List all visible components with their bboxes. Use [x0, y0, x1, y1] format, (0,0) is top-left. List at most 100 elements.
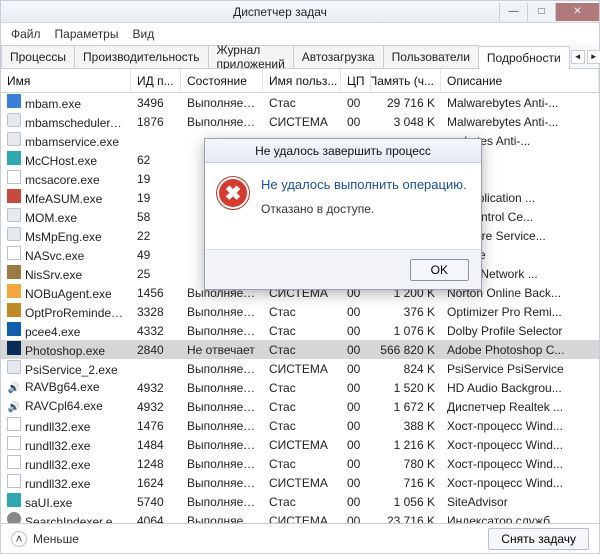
cell-desc: Индексатор служб...	[441, 514, 599, 524]
cell-pid: 1476	[131, 419, 181, 433]
cell-desc: Хост-процесс Wind...	[441, 419, 599, 433]
dialog-ok-button[interactable]: OK	[410, 259, 469, 281]
process-name: NASvc.exe	[25, 249, 84, 263]
cell-pid: 58	[131, 210, 181, 224]
cell-pid: 5740	[131, 495, 181, 509]
cell-desc: SiteAdvisor	[441, 495, 599, 509]
tabbar: Процессы Производительность Журнал прило…	[1, 45, 599, 69]
table-row[interactable]: rundll32.exe1484ВыполняетсяСИСТЕМА001 21…	[1, 435, 599, 454]
tab-processes[interactable]: Процессы	[1, 45, 75, 68]
cell-state: Выполняется	[181, 381, 263, 395]
col-mem[interactable]: Память (ч...	[371, 69, 441, 93]
process-icon	[7, 455, 21, 469]
cell-state: Выполняется	[181, 438, 263, 452]
fewer-label: Меньше	[33, 532, 79, 546]
dialog-title[interactable]: Не удалось завершить процесс	[205, 139, 481, 163]
maximize-button[interactable]: □	[527, 3, 555, 21]
cell-desc: Хост-процесс Wind...	[441, 476, 599, 490]
process-icon	[7, 493, 21, 507]
process-icon	[7, 303, 21, 317]
process-icon	[7, 246, 21, 260]
cell-pid: 4932	[131, 400, 181, 414]
cell-pid: 4932	[131, 381, 181, 395]
process-name: saUI.exe	[25, 496, 72, 510]
cell-desc: Хост-процесс Wind...	[441, 438, 599, 452]
process-icon	[7, 208, 21, 222]
process-icon	[7, 341, 21, 355]
tab-details[interactable]: Подробности	[478, 46, 570, 69]
tab-startup[interactable]: Автозагрузка	[293, 45, 384, 68]
cell-desc: Dolby Profile Selector	[441, 324, 599, 338]
dialog-footer: OK	[205, 249, 481, 289]
cell-pid: 4332	[131, 324, 181, 338]
table-row[interactable]: rundll32.exe1248ВыполняетсяСтас00780 KХо…	[1, 454, 599, 473]
cell-mem: 780 K	[371, 457, 441, 471]
end-task-button[interactable]: Снять задачу	[488, 528, 589, 550]
cell-cpu: 00	[341, 362, 371, 376]
cell-cpu: 00	[341, 495, 371, 509]
cell-user: СИСТЕМА	[263, 514, 341, 524]
dialog-subtext: Отказано в доступе.	[261, 202, 467, 216]
cell-desc: Диспетчер Realtek ...	[441, 400, 599, 414]
table-row[interactable]: Photoshop.exe2840Не отвечаетСтас00566 82…	[1, 340, 599, 359]
fewer-details-button[interactable]: ˄ Меньше	[11, 531, 79, 547]
col-desc[interactable]: Описание	[441, 69, 599, 93]
table-row[interactable]: SearchIndexer.exe4064ВыполняетсяСИСТЕМА0…	[1, 511, 599, 523]
error-dialog[interactable]: Не удалось завершить процесс ✖ Не удалос…	[204, 138, 482, 290]
table-row[interactable]: 🔊RAVCpl64.exe4932ВыполняетсяСтас001 672 …	[1, 397, 599, 416]
col-cpu[interactable]: ЦП	[341, 69, 371, 93]
cell-user: Стас	[263, 400, 341, 414]
dialog-message: Не удалось выполнить операцию.	[261, 177, 467, 192]
minimize-button[interactable]: —	[499, 3, 527, 21]
cell-mem: 23 716 K	[371, 514, 441, 524]
table-row[interactable]: OptProReminder.exe3328ВыполняетсяСтас003…	[1, 302, 599, 321]
process-name: mcsacore.exe	[25, 173, 100, 187]
cell-user: Стас	[263, 381, 341, 395]
titlebar[interactable]: Диспетчер задач — □ ✕	[1, 1, 599, 23]
close-button[interactable]: ✕	[555, 3, 599, 21]
table-row[interactable]: pcee4.exe4332ВыполняетсяСтас001 076 KDol…	[1, 321, 599, 340]
tab-performance[interactable]: Производительность	[74, 45, 208, 68]
cell-cpu: 00	[341, 438, 371, 452]
cell-desc: HD Audio Backgrou...	[441, 381, 599, 395]
table-row[interactable]: mbamscheduler.exe1876ВыполняетсяСИСТЕМА0…	[1, 112, 599, 131]
process-icon	[7, 170, 21, 184]
table-row[interactable]: 🔊RAVBg64.exe4932ВыполняетсяСтас001 520 K…	[1, 378, 599, 397]
process-name: mbamscheduler.exe	[25, 116, 131, 130]
table-row[interactable]: saUI.exe5740ВыполняетсяСтас001 056 KSite…	[1, 492, 599, 511]
table-row[interactable]: rundll32.exe1476ВыполняетсяСтас00388 KХо…	[1, 416, 599, 435]
menu-options[interactable]: Параметры	[55, 27, 119, 41]
tab-history[interactable]: Журнал приложений	[208, 45, 294, 68]
tab-scroll-left-icon[interactable]: ◄	[571, 50, 585, 64]
col-state[interactable]: Состояние	[181, 69, 263, 93]
cell-state: Выполняется	[181, 305, 263, 319]
cell-user: СИСТЕМА	[263, 438, 341, 452]
process-name: NisSrv.exe	[25, 268, 82, 282]
menu-file[interactable]: Файл	[11, 27, 41, 41]
col-pid[interactable]: ИД п...	[131, 69, 181, 93]
cell-cpu: 00	[341, 381, 371, 395]
cell-desc: Хост-процесс Wind...	[441, 457, 599, 471]
cell-pid: 19	[131, 172, 181, 186]
menu-view[interactable]: Вид	[132, 27, 154, 41]
window-controls: — □ ✕	[499, 3, 599, 21]
col-user[interactable]: Имя польз...	[263, 69, 341, 93]
table-row[interactable]: mbam.exe3496ВыполняетсяСтас0029 716 KMal…	[1, 93, 599, 112]
menubar: Файл Параметры Вид	[1, 23, 599, 45]
cell-state: Выполняется	[181, 115, 263, 129]
cell-mem: 1 216 K	[371, 438, 441, 452]
table-row[interactable]: PsiService_2.exeВыполняетсяСИСТЕМА00824 …	[1, 359, 599, 378]
process-name: Photoshop.exe	[25, 344, 105, 358]
process-name: MOM.exe	[25, 211, 77, 225]
cell-cpu: 00	[341, 476, 371, 490]
col-name[interactable]: Имя	[1, 69, 131, 93]
chevron-up-icon: ˄	[11, 531, 27, 547]
process-icon: 🔊	[7, 381, 21, 395]
cell-user: Стас	[263, 305, 341, 319]
cell-user: Стас	[263, 343, 341, 357]
table-row[interactable]: rundll32.exe1624ВыполняетсяСИСТЕМА00716 …	[1, 473, 599, 492]
tab-scroll-right-icon[interactable]: ►	[587, 50, 600, 64]
tab-users[interactable]: Пользователи	[383, 45, 479, 68]
process-name: mbamservice.exe	[25, 135, 119, 149]
cell-mem: 388 K	[371, 419, 441, 433]
